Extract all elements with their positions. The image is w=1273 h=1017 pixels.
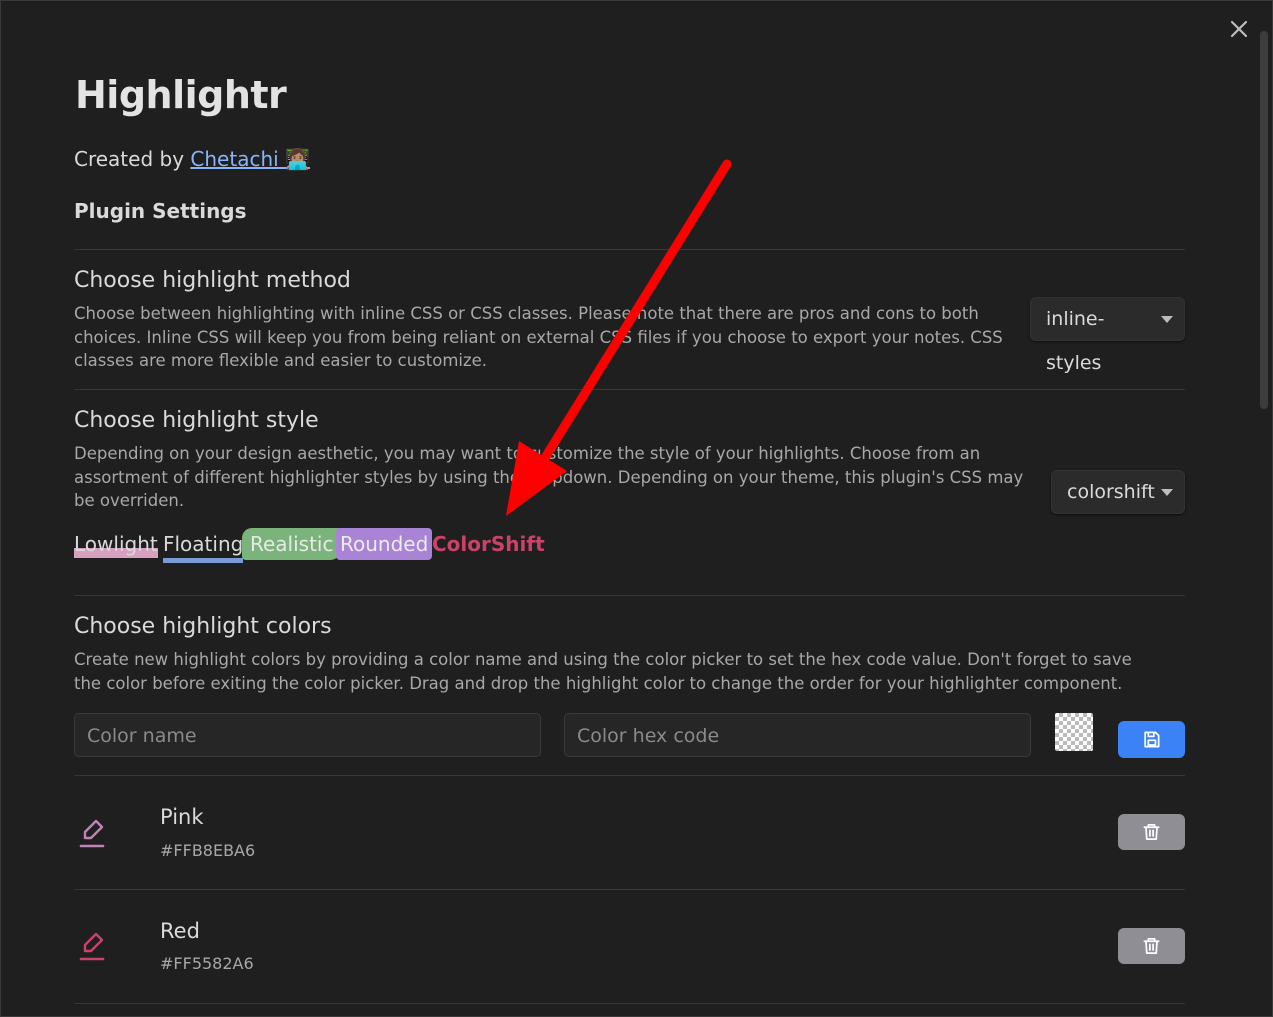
preview-lowlight: Lowlight <box>74 528 158 560</box>
divider <box>74 1003 1185 1004</box>
author-name: Chetachi <box>190 147 279 171</box>
divider <box>74 249 1185 250</box>
color-picker-swatch[interactable] <box>1055 713 1093 751</box>
divider <box>74 889 1185 890</box>
method-setting-name: Choose highlight method <box>74 268 351 293</box>
settings-modal: Highlightr Created by Chetachi 👩🏽‍💻 Plug… <box>0 0 1273 1017</box>
style-setting-desc: Depending on your design aesthetic, you … <box>74 444 1024 510</box>
divider <box>74 595 1185 596</box>
color-name-placeholder: Color name <box>87 725 197 747</box>
method-dropdown-value: inline-styles <box>1046 308 1105 374</box>
created-by-label: Created by <box>74 147 191 171</box>
author-emoji: 👩🏽‍💻 <box>285 147 310 171</box>
highlighter-icon <box>79 932 105 961</box>
preview-floating: Floating <box>163 528 244 563</box>
save-color-button[interactable] <box>1118 721 1185 758</box>
scrollbar-thumb[interactable] <box>1260 31 1268 409</box>
preview-realistic: Realistic <box>242 528 342 560</box>
highlighter-icon <box>79 819 105 848</box>
colors-setting-desc: Create new highlight colors by providing… <box>74 650 1132 693</box>
save-icon <box>1144 731 1160 748</box>
delete-color-button[interactable] <box>1118 928 1185 964</box>
created-by-line: Created by Chetachi 👩🏽‍💻 <box>74 147 310 171</box>
style-dropdown-value: colorshift <box>1067 481 1155 503</box>
author-link[interactable]: Chetachi 👩🏽‍💻 <box>190 147 310 171</box>
method-dropdown[interactable]: inline-styles <box>1030 297 1185 374</box>
style-setting-name: Choose highlight style <box>74 408 319 433</box>
divider <box>74 389 1185 390</box>
page-title: Highlightr <box>75 73 287 117</box>
divider <box>74 775 1185 776</box>
close-icon <box>1230 20 1248 38</box>
style-dropdown[interactable]: colorshift <box>1051 470 1185 514</box>
color-hex-input[interactable]: Color hex code <box>564 713 1031 757</box>
delete-color-button[interactable] <box>1118 814 1185 850</box>
preview-colorshift: ColorShift <box>432 532 545 556</box>
color-name-input[interactable]: Color name <box>74 713 541 757</box>
color-hex-placeholder: Color hex code <box>577 725 720 747</box>
color-item-name: Pink <box>160 805 204 829</box>
trash-icon <box>1143 824 1160 840</box>
color-item-hex: #FFB8EBA6 <box>160 841 256 860</box>
method-setting-desc: Choose between highlighting with inline … <box>74 304 1003 370</box>
colors-setting-name: Choose highlight colors <box>74 614 332 639</box>
color-item-name: Red <box>160 919 200 943</box>
trash-icon <box>1143 938 1160 954</box>
color-item-hex: #FF5582A6 <box>160 954 254 973</box>
preview-rounded: Rounded <box>336 528 433 560</box>
chevron-down-icon <box>1161 489 1173 496</box>
chevron-down-icon <box>1161 316 1173 323</box>
section-heading: Plugin Settings <box>74 199 247 223</box>
close-button[interactable] <box>1227 17 1251 41</box>
